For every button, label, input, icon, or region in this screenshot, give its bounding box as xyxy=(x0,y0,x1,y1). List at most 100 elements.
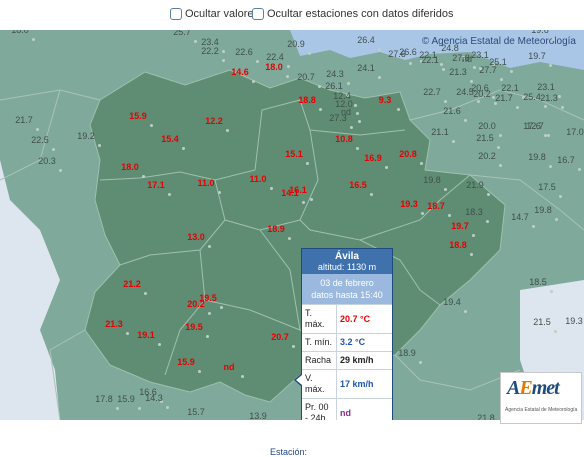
station-dot[interactable] xyxy=(308,52,311,55)
region-station-value-label[interactable]: 15.9 xyxy=(129,111,147,121)
station-dot[interactable] xyxy=(226,129,229,132)
station-dot[interactable] xyxy=(59,169,62,172)
station-dot[interactable] xyxy=(555,218,558,221)
checkbox-box[interactable] xyxy=(252,8,264,20)
neighbour-station-value-label[interactable]: 21.5 xyxy=(533,317,551,327)
neighbour-station-value-label[interactable]: 18.9 xyxy=(398,348,416,358)
station-dot[interactable] xyxy=(319,108,322,111)
station-dot[interactable] xyxy=(52,148,55,151)
station-dot[interactable] xyxy=(256,60,259,63)
neighbour-station-value-label[interactable]: 19.3 xyxy=(565,316,583,326)
region-station-value-label[interactable]: 13.0 xyxy=(187,232,205,242)
neighbour-station-value-label[interactable]: 19.8 xyxy=(423,175,441,185)
station-dot[interactable] xyxy=(166,406,169,409)
neighbour-station-value-label[interactable]: 21.6 xyxy=(443,106,461,116)
station-dot[interactable] xyxy=(420,162,423,165)
neighbour-station-value-label[interactable]: 19.7 xyxy=(528,51,546,61)
region-station-value-label[interactable]: 12.2 xyxy=(205,116,223,126)
neighbour-station-value-label[interactable]: 25.7 xyxy=(173,30,191,37)
station-dot[interactable] xyxy=(36,128,39,131)
neighbour-station-value-label[interactable]: 26.6 xyxy=(399,47,417,57)
region-station-value-label[interactable]: 15.4 xyxy=(161,134,179,144)
station-dot[interactable] xyxy=(516,106,519,109)
neighbour-station-value-label[interactable]: 21.3 xyxy=(449,67,467,77)
neighbour-station-value-label[interactable]: 20.9 xyxy=(287,39,305,49)
neighbour-station-value-label[interactable]: 19.6 xyxy=(531,30,549,35)
station-dot[interactable] xyxy=(138,407,141,410)
region-station-value-label[interactable]: 21.2 xyxy=(123,279,141,289)
station-dot[interactable] xyxy=(442,68,445,71)
station-dot[interactable] xyxy=(559,195,562,198)
station-dot[interactable] xyxy=(470,253,473,256)
region-station-value-label[interactable]: 18.8 xyxy=(298,95,316,105)
station-dot[interactable] xyxy=(206,335,209,338)
neighbour-station-value-label[interactable]: 14.3 xyxy=(145,393,163,403)
neighbour-station-value-label[interactable]: 18.0 xyxy=(11,30,29,35)
neighbour-station-value-label[interactable]: 14.7 xyxy=(511,212,529,222)
station-dot[interactable] xyxy=(356,112,359,115)
station-dot[interactable] xyxy=(318,85,321,88)
region-station-value-label[interactable]: 11.0 xyxy=(249,174,266,184)
station-dot[interactable] xyxy=(142,175,145,178)
station-dot[interactable] xyxy=(144,292,147,295)
neighbour-station-value-label[interactable]: 21.9 xyxy=(466,180,484,190)
neighbour-station-value-label[interactable]: 22.6 xyxy=(235,47,253,57)
station-dot[interactable] xyxy=(310,198,313,201)
neighbour-station-value-label[interactable]: 23.1 xyxy=(471,50,489,60)
neighbour-station-value-label[interactable]: 17.0 xyxy=(566,127,584,137)
neighbour-station-value-label[interactable]: 19.8 xyxy=(528,152,546,162)
neighbour-station-value-label[interactable]: 21.7 xyxy=(15,115,33,125)
region-station-value-label[interactable]: 16.5 xyxy=(349,180,367,190)
station-dot[interactable] xyxy=(218,191,221,194)
neighbour-station-value-label[interactable]: 20.2 xyxy=(478,151,496,161)
neighbour-station-value-label[interactable]: 21.1 xyxy=(431,127,449,137)
neighbour-station-value-label[interactable]: 21.7 xyxy=(495,93,513,103)
station-dot[interactable] xyxy=(270,187,273,190)
station-dot[interactable] xyxy=(350,126,353,129)
neighbour-station-value-label[interactable]: 15.9 xyxy=(117,394,135,404)
neighbour-station-value-label[interactable]: 18.3 xyxy=(465,207,483,217)
neighbour-station-value-label[interactable]: 20.0 xyxy=(478,121,496,131)
neighbour-station-value-label[interactable]: 18.5 xyxy=(529,277,547,287)
temperature-map[interactable]: © Agencia Estatal de Meteorología 15.9 12… xyxy=(0,30,584,420)
station-dot[interactable] xyxy=(286,75,289,78)
station-dot[interactable] xyxy=(421,212,424,215)
station-dot[interactable] xyxy=(32,38,35,41)
station-dot[interactable] xyxy=(479,67,482,70)
station-dot[interactable] xyxy=(549,165,552,168)
neighbour-station-value-label[interactable]: 22.5 xyxy=(31,135,49,145)
station-dot[interactable] xyxy=(252,80,255,83)
station-dot[interactable] xyxy=(385,166,388,169)
station-dot[interactable] xyxy=(208,245,211,248)
neighbour-station-value-label[interactable]: 22.4 xyxy=(266,52,284,62)
station-dot[interactable] xyxy=(194,40,197,43)
neighbour-station-value-label[interactable]: 20.7 xyxy=(297,72,315,82)
station-dot[interactable] xyxy=(552,38,555,41)
station-dot[interactable] xyxy=(440,63,443,66)
station-dot[interactable] xyxy=(554,330,557,333)
station-dot[interactable] xyxy=(356,147,359,150)
station-dot[interactable] xyxy=(532,225,535,228)
station-dot[interactable] xyxy=(472,234,475,237)
region-station-value-label[interactable]: 10.8 xyxy=(335,134,353,144)
station-dot[interactable] xyxy=(510,70,513,73)
region-station-value-label[interactable]: 19.3 xyxy=(400,199,418,209)
station-dot[interactable] xyxy=(287,65,290,68)
neighbour-station-value-label[interactable]: 25.4 xyxy=(523,92,541,102)
station-dot[interactable] xyxy=(302,201,305,204)
station-dot[interactable] xyxy=(477,100,480,103)
region-station-value-label[interactable]: 18.7 xyxy=(427,201,445,211)
neighbour-station-value-label[interactable]: 13.9 xyxy=(249,411,267,420)
station-dot[interactable] xyxy=(116,407,119,410)
station-dot[interactable] xyxy=(497,146,500,149)
neighbour-station-value-label[interactable]: 27.7 xyxy=(479,65,497,75)
station-dot[interactable] xyxy=(222,50,225,53)
region-station-value-label[interactable]: 14.6 xyxy=(231,67,249,77)
station-dot[interactable] xyxy=(168,193,171,196)
hide-deferred-stations-checkbox[interactable]: Ocultar estaciones con datos diferidos xyxy=(252,8,454,20)
station-dot[interactable] xyxy=(549,64,552,67)
region-station-value-label[interactable]: 11.0 xyxy=(197,178,214,188)
region-station-value-label[interactable]: nd xyxy=(224,362,235,372)
station-dot[interactable] xyxy=(499,164,502,167)
region-station-value-label[interactable]: 20.8 xyxy=(399,149,417,159)
